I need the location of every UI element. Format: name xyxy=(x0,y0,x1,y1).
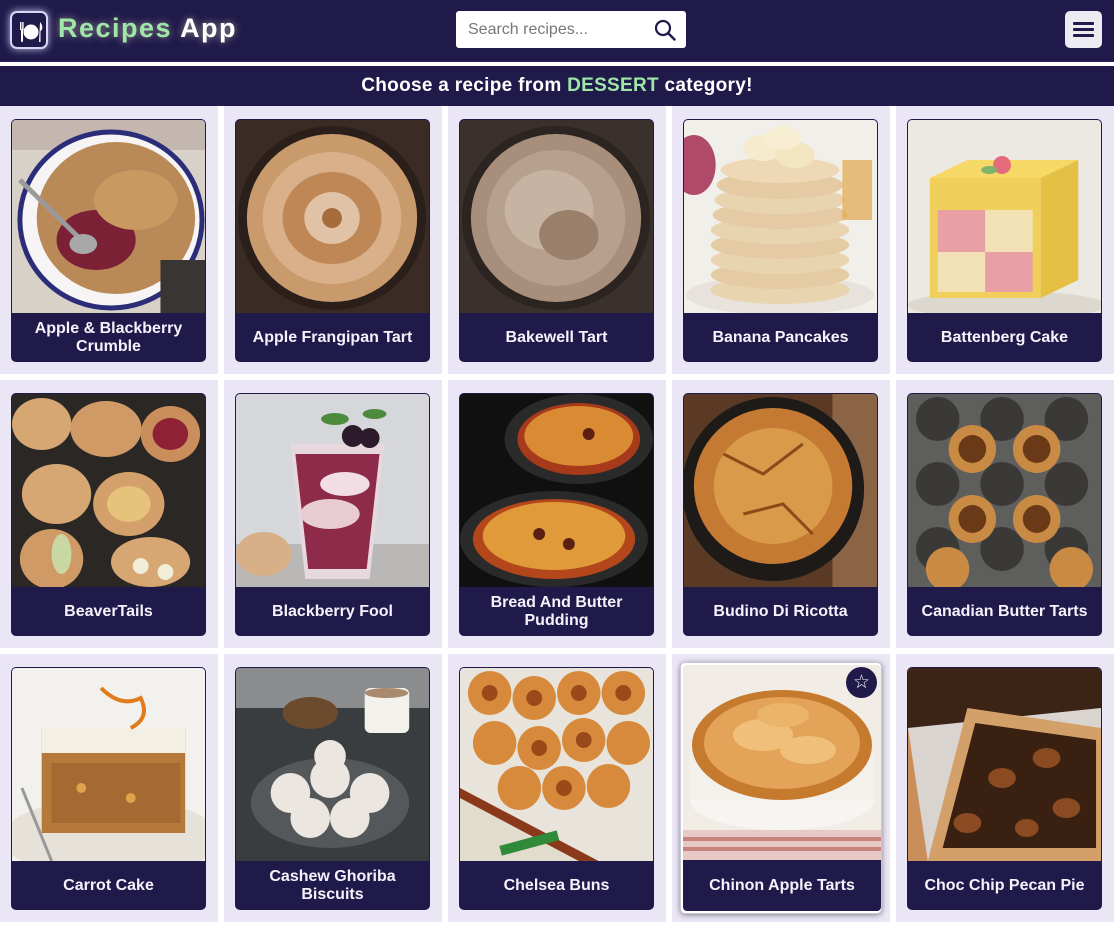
search-icon[interactable] xyxy=(654,19,676,41)
recipe-card[interactable]: Banana Pancakes xyxy=(683,119,878,362)
recipe-card[interactable]: Choc Chip Pecan Pie xyxy=(907,667,1102,910)
recipe-image xyxy=(236,120,429,313)
recipe-image xyxy=(460,394,653,587)
recipe-name: Chelsea Buns xyxy=(460,861,653,909)
hamburger-line xyxy=(1073,28,1094,31)
recipe-card[interactable]: Carrot Cake xyxy=(11,667,206,910)
recipe-image xyxy=(236,394,429,587)
menu-button[interactable] xyxy=(1065,11,1102,48)
search-input[interactable] xyxy=(456,11,646,48)
recipe-image xyxy=(460,120,653,313)
recipe-cell: Blackberry Fool xyxy=(224,380,442,648)
recipe-image xyxy=(684,394,877,587)
hamburger-line xyxy=(1073,34,1094,37)
recipe-image xyxy=(908,120,1101,313)
recipe-card[interactable]: Chelsea Buns xyxy=(459,667,654,910)
recipe-name: Apple Frangipan Tart xyxy=(236,313,429,361)
recipe-cell: Cashew Ghoriba Biscuits xyxy=(224,654,442,922)
app-logo[interactable] xyxy=(10,11,48,49)
recipe-name: Battenberg Cake xyxy=(908,313,1101,361)
recipe-image xyxy=(908,394,1101,587)
recipe-grid: Apple & Blackberry Crumble Apple Frangip… xyxy=(0,106,1114,927)
plate-cutlery-icon xyxy=(20,22,43,42)
recipe-name: Choc Chip Pecan Pie xyxy=(908,861,1101,909)
banner-suffix: category! xyxy=(658,75,753,96)
recipe-image xyxy=(684,120,877,313)
recipe-cell: Apple Frangipan Tart xyxy=(224,106,442,374)
recipe-cell: ☆ Chinon Apple Tarts xyxy=(672,654,890,922)
recipe-name: Carrot Cake xyxy=(12,861,205,909)
recipe-image xyxy=(12,668,205,861)
search-box xyxy=(456,11,686,48)
recipe-card-selected[interactable]: ☆ Chinon Apple Tarts xyxy=(680,662,882,914)
recipe-cell: Budino Di Ricotta xyxy=(672,380,890,648)
recipe-image xyxy=(12,120,205,313)
recipe-card[interactable]: Blackberry Fool xyxy=(235,393,430,636)
recipe-cell: Apple & Blackberry Crumble xyxy=(0,106,218,374)
recipe-name: Bakewell Tart xyxy=(460,313,653,361)
recipe-card[interactable]: Cashew Ghoriba Biscuits xyxy=(235,667,430,910)
app-header: Recipes App xyxy=(0,0,1114,62)
recipe-name: Apple & Blackberry Crumble xyxy=(12,313,205,361)
recipe-cell: Banana Pancakes xyxy=(672,106,890,374)
recipe-name: Cashew Ghoriba Biscuits xyxy=(236,861,429,909)
recipe-name: Budino Di Ricotta xyxy=(684,587,877,635)
recipe-card[interactable]: Canadian Butter Tarts xyxy=(907,393,1102,636)
recipe-card[interactable]: Bakewell Tart xyxy=(459,119,654,362)
recipe-cell: Chelsea Buns xyxy=(448,654,666,922)
recipe-name: BeaverTails xyxy=(12,587,205,635)
recipe-name: Bread And Butter Pudding xyxy=(460,587,653,635)
app-title-part1: Recipes xyxy=(58,13,173,43)
recipe-name: Blackberry Fool xyxy=(236,587,429,635)
recipe-name: Chinon Apple Tarts xyxy=(683,860,881,911)
app-title-part2: App xyxy=(180,13,238,43)
recipe-cell: Bread And Butter Pudding xyxy=(448,380,666,648)
favorite-button[interactable]: ☆ xyxy=(846,667,877,698)
recipe-card[interactable]: Budino Di Ricotta xyxy=(683,393,878,636)
banner-category: DESSERT xyxy=(567,75,659,96)
recipe-name: Canadian Butter Tarts xyxy=(908,587,1101,635)
recipe-cell: Choc Chip Pecan Pie xyxy=(896,654,1114,922)
banner-prefix: Choose a recipe from xyxy=(361,75,568,96)
recipe-cell: Battenberg Cake xyxy=(896,106,1114,374)
recipe-cell: BeaverTails xyxy=(0,380,218,648)
star-icon: ☆ xyxy=(852,672,871,693)
recipe-card[interactable]: Apple Frangipan Tart xyxy=(235,119,430,362)
recipe-name: Banana Pancakes xyxy=(684,313,877,361)
recipe-image xyxy=(12,394,205,587)
category-banner: Choose a recipe from DESSERT category! xyxy=(0,66,1114,106)
recipe-image xyxy=(236,668,429,861)
recipe-card[interactable]: Battenberg Cake xyxy=(907,119,1102,362)
recipe-card[interactable]: Bread And Butter Pudding xyxy=(459,393,654,636)
recipe-card[interactable]: Apple & Blackberry Crumble xyxy=(11,119,206,362)
recipe-cell: Canadian Butter Tarts xyxy=(896,380,1114,648)
app-title[interactable]: Recipes App xyxy=(58,13,237,44)
recipe-card[interactable]: BeaverTails xyxy=(11,393,206,636)
recipe-image xyxy=(460,668,653,861)
recipe-cell: Carrot Cake xyxy=(0,654,218,922)
recipe-cell: Bakewell Tart xyxy=(448,106,666,374)
recipe-image xyxy=(908,668,1101,861)
hamburger-menu-icon xyxy=(1073,22,1094,25)
